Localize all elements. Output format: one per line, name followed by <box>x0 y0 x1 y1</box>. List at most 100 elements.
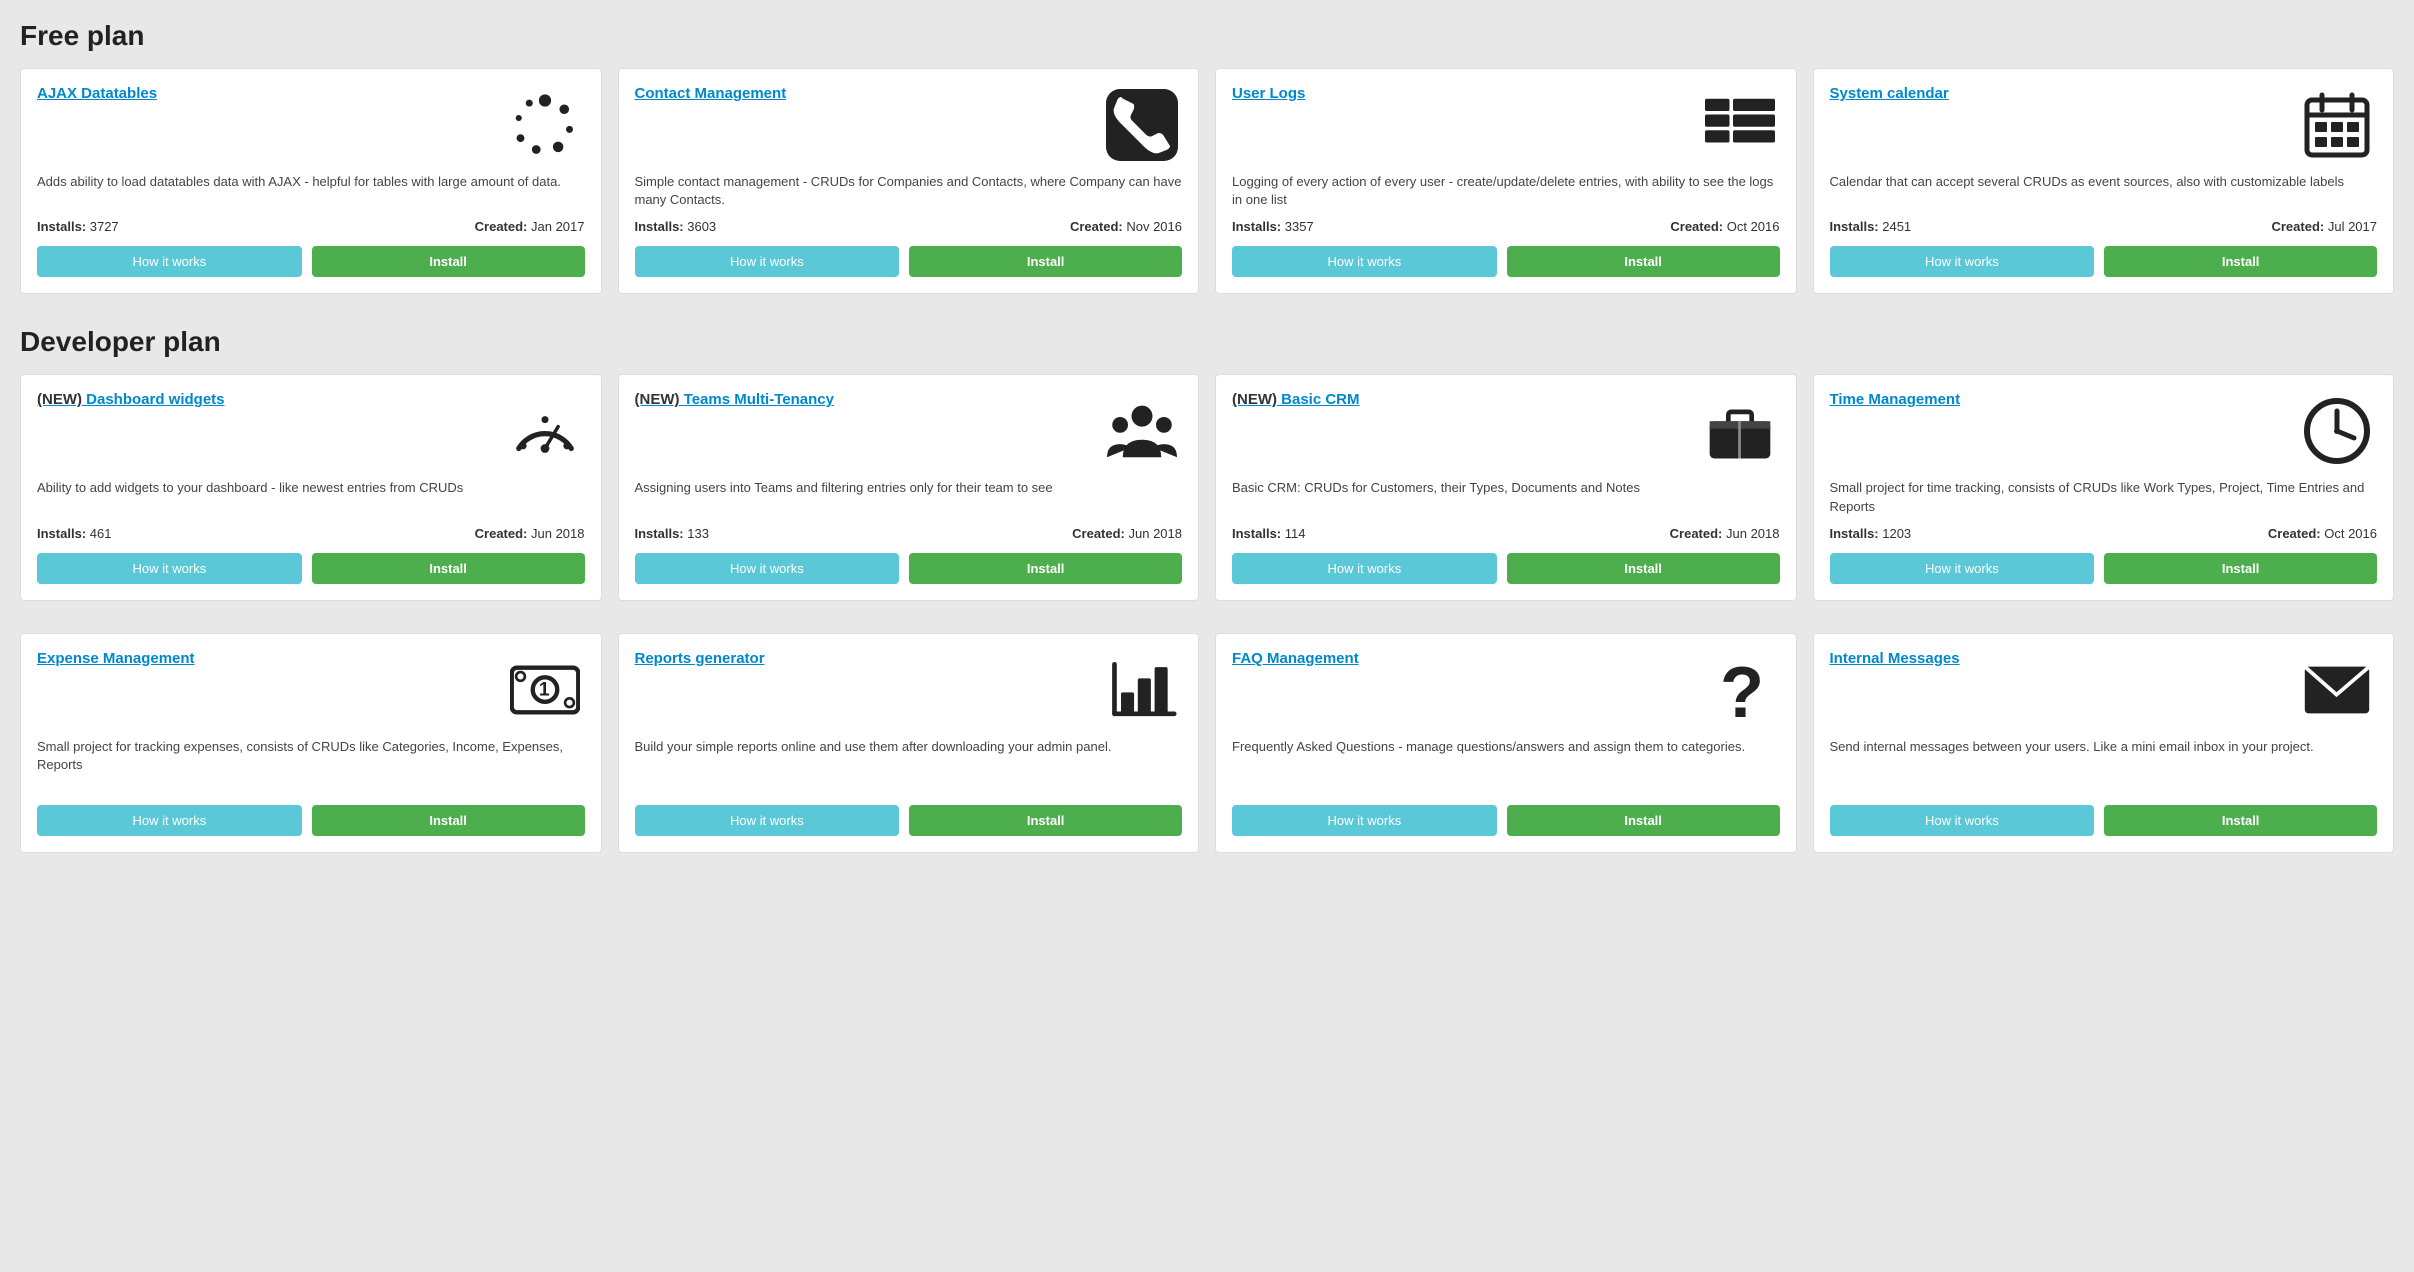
new-badge: (NEW) <box>1232 391 1281 408</box>
card-icon-question: ? <box>1700 650 1780 730</box>
card-user-logs: User Logs Logging of every action of eve… <box>1215 68 1797 294</box>
card-ajax-datatables: AJAX Datatables Adds ability to load dat… <box>20 68 602 294</box>
install-button[interactable]: Install <box>312 246 585 277</box>
card-header: (NEW) Teams Multi-Tenancy <box>635 391 1183 471</box>
created-label: Created: Jun 2018 <box>1072 526 1182 541</box>
install-button[interactable]: Install <box>2104 805 2377 836</box>
card-header: (NEW) Dashboard widgets <box>37 391 585 471</box>
card-reports-generator: Reports generator Build your simple repo… <box>618 633 1200 853</box>
card-description: Assigning users into Teams and filtering… <box>635 479 1183 515</box>
created-label: Created: Jul 2017 <box>2271 219 2377 234</box>
card-description: Adds ability to load datatables data wit… <box>37 173 585 209</box>
card-actions: How it works Install <box>1830 246 2378 277</box>
card-title[interactable]: (NEW) Dashboard widgets <box>37 391 495 408</box>
card-title[interactable]: Reports generator <box>635 650 1093 667</box>
how-it-works-button[interactable]: How it works <box>635 553 900 584</box>
how-it-works-button[interactable]: How it works <box>635 805 900 836</box>
card-icon-phone <box>1102 85 1182 165</box>
card-meta: Installs: 3603 Created: Nov 2016 <box>635 219 1183 234</box>
install-button[interactable]: Install <box>2104 246 2377 277</box>
free-plan-section: Free plan AJAX Datatables Adds ability t… <box>20 20 2394 294</box>
card-faq-management: FAQ Management ? Frequently Asked Questi… <box>1215 633 1797 853</box>
card-actions: How it works Install <box>635 805 1183 836</box>
card-description: Calendar that can accept several CRUDs a… <box>1830 173 2378 209</box>
card-header: System calendar <box>1830 85 2378 165</box>
install-button[interactable]: Install <box>1507 805 1780 836</box>
card-header: AJAX Datatables <box>37 85 585 165</box>
created-label: Created: Jan 2017 <box>475 219 585 234</box>
card-title[interactable]: System calendar <box>1830 85 2288 102</box>
installs-label: Installs: 133 <box>635 526 709 541</box>
install-button[interactable]: Install <box>312 805 585 836</box>
how-it-works-button[interactable]: How it works <box>37 805 302 836</box>
card-title[interactable]: FAQ Management <box>1232 650 1690 667</box>
card-description: Small project for tracking expenses, con… <box>37 738 585 795</box>
how-it-works-button[interactable]: How it works <box>635 246 900 277</box>
card-internal-messages: Internal Messages Send internal messages… <box>1813 633 2395 853</box>
card-title[interactable]: Internal Messages <box>1830 650 2288 667</box>
card-header: Time Management <box>1830 391 2378 471</box>
how-it-works-button[interactable]: How it works <box>1830 246 2095 277</box>
card-description: Send internal messages between your user… <box>1830 738 2378 795</box>
free-plan-title: Free plan <box>20 20 2394 52</box>
card-icon-spinner <box>505 85 585 165</box>
install-button[interactable]: Install <box>909 805 1182 836</box>
card-title[interactable]: AJAX Datatables <box>37 85 495 102</box>
card-icon-chart <box>1102 650 1182 730</box>
card-teams-multi-tenancy: (NEW) Teams Multi-Tenancy Assigning user… <box>618 374 1200 600</box>
install-button[interactable]: Install <box>1507 553 1780 584</box>
card-header: Contact Management <box>635 85 1183 165</box>
card-meta: Installs: 461 Created: Jun 2018 <box>37 526 585 541</box>
card-header: User Logs <box>1232 85 1780 165</box>
how-it-works-button[interactable]: How it works <box>1830 553 2095 584</box>
card-icon-briefcase <box>1700 391 1780 471</box>
card-meta: Installs: 114 Created: Jun 2018 <box>1232 526 1780 541</box>
created-label: Created: Jun 2018 <box>475 526 585 541</box>
card-title[interactable]: (NEW) Teams Multi-Tenancy <box>635 391 1093 408</box>
card-icon-clock <box>2297 391 2377 471</box>
card-actions: How it works Install <box>1830 553 2378 584</box>
card-meta: Installs: 3727 Created: Jan 2017 <box>37 219 585 234</box>
card-description: Simple contact management - CRUDs for Co… <box>635 173 1183 209</box>
card-title[interactable]: Contact Management <box>635 85 1093 102</box>
card-actions: How it works Install <box>635 246 1183 277</box>
how-it-works-button[interactable]: How it works <box>1232 246 1497 277</box>
card-icon-calendar <box>2297 85 2377 165</box>
how-it-works-button[interactable]: How it works <box>1830 805 2095 836</box>
installs-label: Installs: 3357 <box>1232 219 1314 234</box>
card-description: Basic CRM: CRUDs for Customers, their Ty… <box>1232 479 1780 515</box>
card-title[interactable]: User Logs <box>1232 85 1690 102</box>
card-basic-crm: (NEW) Basic CRM Basic CRM: CRUDs for Cus… <box>1215 374 1797 600</box>
how-it-works-button[interactable]: How it works <box>1232 553 1497 584</box>
card-header: Internal Messages <box>1830 650 2378 730</box>
how-it-works-button[interactable]: How it works <box>37 246 302 277</box>
developer-plan-grid: (NEW) Dashboard widgets Ability to add w… <box>20 374 2394 600</box>
card-actions: How it works Install <box>37 246 585 277</box>
card-meta: Installs: 3357 Created: Oct 2016 <box>1232 219 1780 234</box>
card-title[interactable]: (NEW) Basic CRM <box>1232 391 1690 408</box>
created-label: Created: Oct 2016 <box>1670 219 1779 234</box>
install-button[interactable]: Install <box>909 553 1182 584</box>
card-actions: How it works Install <box>1830 805 2378 836</box>
card-description: Build your simple reports online and use… <box>635 738 1183 795</box>
card-header: Reports generator <box>635 650 1183 730</box>
card-title[interactable]: Time Management <box>1830 391 2288 408</box>
installs-label: Installs: 1203 <box>1830 526 1912 541</box>
how-it-works-button[interactable]: How it works <box>37 553 302 584</box>
card-icon-table <box>1700 85 1780 165</box>
install-button[interactable]: Install <box>1507 246 1780 277</box>
bottom-grid: Expense Management 1 Small project for t… <box>20 633 2394 853</box>
install-button[interactable]: Install <box>909 246 1182 277</box>
created-label: Created: Oct 2016 <box>2268 526 2377 541</box>
created-label: Created: Jun 2018 <box>1670 526 1780 541</box>
page-container: Free plan AJAX Datatables Adds ability t… <box>20 20 2394 853</box>
install-button[interactable]: Install <box>312 553 585 584</box>
card-actions: How it works Install <box>37 553 585 584</box>
how-it-works-button[interactable]: How it works <box>1232 805 1497 836</box>
install-button[interactable]: Install <box>2104 553 2377 584</box>
installs-label: Installs: 114 <box>1232 526 1305 541</box>
svg-text:1: 1 <box>538 679 549 700</box>
card-description: Small project for time tracking, consist… <box>1830 479 2378 515</box>
card-title[interactable]: Expense Management <box>37 650 495 667</box>
card-actions: How it works Install <box>1232 805 1780 836</box>
